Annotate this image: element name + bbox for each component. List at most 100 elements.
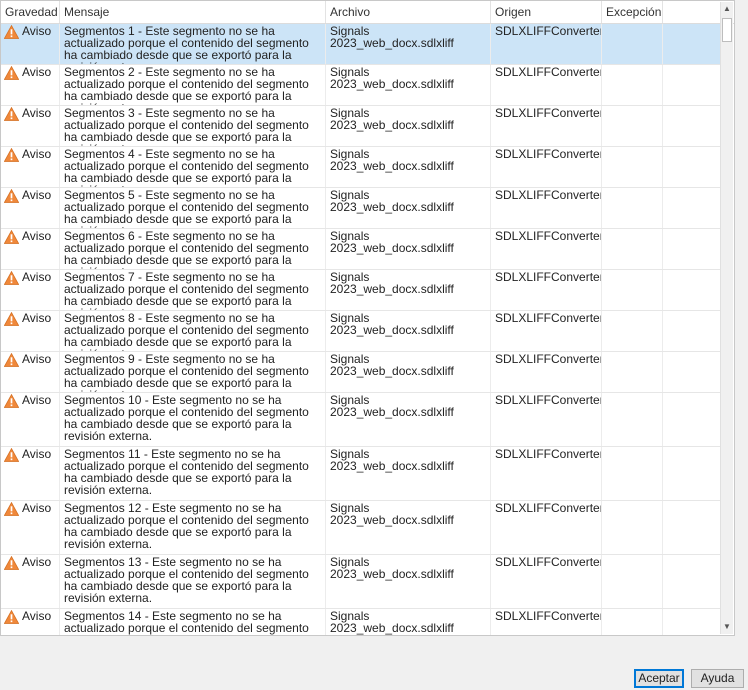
accept-button[interactable]: Aceptar [634,669,684,688]
message-cell: Segmentos 12 - Este segmento no se ha ac… [60,501,326,554]
origin-cell: SDLXLIFFConverter [491,188,602,228]
severity-cell: Aviso [1,352,60,392]
origin-cell: SDLXLIFFConverter [491,609,602,635]
warning-icon [3,393,20,408]
table-row[interactable]: Aviso Segmentos 10 - Este segmento no se … [1,393,723,447]
origin-cell: SDLXLIFFConverter [491,270,602,310]
exception-cell [602,555,663,608]
exception-cell [602,311,663,351]
message-cell: Segmentos 2 - Este segmento no se ha act… [60,65,326,105]
severity-label: Aviso [22,393,52,407]
message-cell: Segmentos 1 - Este segmento no se ha act… [60,24,326,64]
file-cell: Signals 2023_web_docx.sdlxliff [326,352,491,392]
file-cell: Signals 2023_web_docx.sdlxliff [326,147,491,187]
severity-cell: Aviso [1,393,60,446]
origin-cell: SDLXLIFFConverter [491,311,602,351]
table-row[interactable]: Aviso Segmentos 13 - Este segmento no se … [1,555,723,609]
severity-cell: Aviso [1,147,60,187]
table-row[interactable]: Aviso Segmentos 12 - Este segmento no se … [1,501,723,555]
column-header-message[interactable]: Mensaje [60,1,326,23]
column-header-origin[interactable]: Origen [491,1,602,23]
warning-icon [3,311,20,326]
origin-cell: SDLXLIFFConverter [491,501,602,554]
table-row[interactable]: Aviso Segmentos 14 - Este segmento no se … [1,609,723,635]
warning-icon [3,609,20,624]
message-cell: Segmentos 6 - Este segmento no se ha act… [60,229,326,269]
table-row[interactable]: Aviso Segmentos 5 - Este segmento no se h… [1,188,723,229]
file-cell: Signals 2023_web_docx.sdlxliff [326,229,491,269]
file-cell: Signals 2023_web_docx.sdlxliff [326,24,491,64]
exception-cell [602,501,663,554]
file-cell: Signals 2023_web_docx.sdlxliff [326,65,491,105]
severity-label: Aviso [22,447,52,461]
column-header-exception[interactable]: Excepción [602,1,663,23]
vertical-scrollbar[interactable]: ▲ ▼ [720,2,733,634]
origin-cell: SDLXLIFFConverter [491,229,602,269]
message-cell: Segmentos 5 - Este segmento no se ha act… [60,188,326,228]
table-row[interactable]: Aviso Segmentos 3 - Este segmento no se h… [1,106,723,147]
exception-cell [602,24,663,64]
severity-label: Aviso [22,501,52,515]
exception-cell [602,106,663,146]
grid-rows: Aviso Segmentos 1 - Este segmento no se h… [1,24,723,635]
exception-cell [602,447,663,500]
severity-label: Aviso [22,188,52,202]
message-cell: Segmentos 3 - Este segmento no se ha act… [60,106,326,146]
origin-cell: SDLXLIFFConverter [491,447,602,500]
file-cell: Signals 2023_web_docx.sdlxliff [326,393,491,446]
severity-label: Aviso [22,65,52,79]
file-cell: Signals 2023_web_docx.sdlxliff [326,501,491,554]
severity-label: Aviso [22,270,52,284]
warning-icon [3,188,20,203]
exception-cell [602,270,663,310]
column-header-severity[interactable]: Gravedad [1,1,60,23]
origin-cell: SDLXLIFFConverter [491,393,602,446]
severity-label: Aviso [22,555,52,569]
file-cell: Signals 2023_web_docx.sdlxliff [326,270,491,310]
file-cell: Signals 2023_web_docx.sdlxliff [326,106,491,146]
message-cell: Segmentos 8 - Este segmento no se ha act… [60,311,326,351]
table-row[interactable]: Aviso Segmentos 4 - Este segmento no se h… [1,147,723,188]
severity-cell: Aviso [1,555,60,608]
table-row[interactable]: Aviso Segmentos 7 - Este segmento no se h… [1,270,723,311]
file-cell: Signals 2023_web_docx.sdlxliff [326,311,491,351]
scroll-down-icon[interactable]: ▼ [721,620,733,634]
exception-cell [602,147,663,187]
exception-cell [602,65,663,105]
table-row[interactable]: Aviso Segmentos 1 - Este segmento no se h… [1,24,723,65]
severity-cell: Aviso [1,501,60,554]
message-cell: Segmentos 10 - Este segmento no se ha ac… [60,393,326,446]
severity-cell: Aviso [1,65,60,105]
column-header-file[interactable]: Archivo [326,1,491,23]
severity-label: Aviso [22,24,52,38]
severity-cell: Aviso [1,609,60,635]
warning-icon [3,65,20,80]
message-cell: Segmentos 13 - Este segmento no se ha ac… [60,555,326,608]
scrollbar-thumb[interactable] [722,18,732,42]
severity-label: Aviso [22,352,52,366]
warning-icon [3,106,20,121]
table-row[interactable]: Aviso Segmentos 11 - Este segmento no se … [1,447,723,501]
warning-icon [3,555,20,570]
origin-cell: SDLXLIFFConverter [491,555,602,608]
file-cell: Signals 2023_web_docx.sdlxliff [326,555,491,608]
scroll-up-icon[interactable]: ▲ [721,2,733,16]
exception-cell [602,352,663,392]
severity-label: Aviso [22,311,52,325]
warning-icon [3,270,20,285]
warning-icon [3,24,20,39]
severity-cell: Aviso [1,188,60,228]
warning-icon [3,447,20,462]
table-row[interactable]: Aviso Segmentos 2 - Este segmento no se h… [1,65,723,106]
severity-label: Aviso [22,147,52,161]
table-row[interactable]: Aviso Segmentos 9 - Este segmento no se h… [1,352,723,393]
file-cell: Signals 2023_web_docx.sdlxliff [326,188,491,228]
severity-cell: Aviso [1,106,60,146]
help-button[interactable]: Ayuda [691,669,744,688]
table-row[interactable]: Aviso Segmentos 6 - Este segmento no se h… [1,229,723,270]
exception-cell [602,393,663,446]
messages-grid[interactable]: Gravedad Mensaje Archivo Origen Excepció… [0,0,735,636]
table-row[interactable]: Aviso Segmentos 8 - Este segmento no se h… [1,311,723,352]
file-cell: Signals 2023_web_docx.sdlxliff [326,609,491,635]
warning-icon [3,352,20,367]
